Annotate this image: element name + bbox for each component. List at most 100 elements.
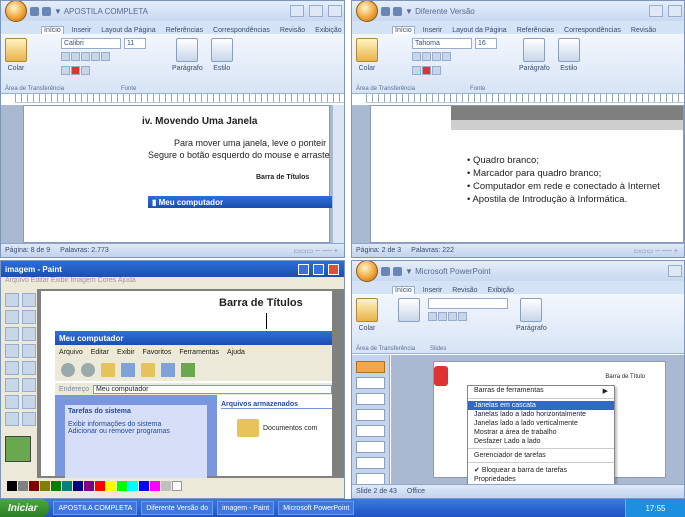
tab-insert[interactable]: Inserir <box>421 27 444 34</box>
shared-docs-label[interactable]: Documentos com <box>263 425 317 432</box>
search-icon[interactable] <box>121 363 135 377</box>
ellipse-icon[interactable] <box>5 412 19 426</box>
tab-layout[interactable]: Layout da Página <box>450 27 509 34</box>
color-swatch[interactable] <box>51 481 61 491</box>
font-name-combo[interactable]: Calibri <box>61 38 121 49</box>
office-button[interactable] <box>356 261 378 282</box>
spray-icon[interactable] <box>5 361 19 375</box>
menu-favorites[interactable]: Favoritos <box>143 349 172 356</box>
save-icon[interactable] <box>381 266 390 276</box>
italic-icon[interactable] <box>422 52 431 61</box>
grow-font-icon[interactable] <box>432 66 441 75</box>
tab-review[interactable]: Revisão <box>629 27 658 34</box>
paint-canvas[interactable]: Barra de Títulos Meu computador Arquivo … <box>41 291 332 486</box>
underline-icon[interactable] <box>81 52 90 61</box>
paste-icon[interactable] <box>5 38 27 62</box>
color-swatch[interactable] <box>40 481 50 491</box>
undo-icon[interactable] <box>42 6 51 16</box>
font-size-combo[interactable]: 11 <box>124 38 146 49</box>
paragraph-icon[interactable] <box>523 38 546 62</box>
color-swatch[interactable] <box>7 481 17 491</box>
grow-font-icon[interactable] <box>81 66 90 75</box>
magnifier-icon[interactable] <box>22 327 36 341</box>
back-icon[interactable] <box>61 363 75 377</box>
color-swatch[interactable] <box>84 481 94 491</box>
menu-view[interactable]: Exibir <box>117 349 135 356</box>
font-color-icon[interactable] <box>422 66 431 75</box>
slide-thumbnail[interactable] <box>356 393 385 405</box>
picker-icon[interactable] <box>5 327 19 341</box>
tab-home[interactable]: Início <box>392 286 415 294</box>
color-swatch[interactable] <box>128 481 138 491</box>
brush-icon[interactable] <box>22 344 36 358</box>
start-button[interactable]: Iniciar <box>0 499 50 517</box>
maximize-button[interactable] <box>313 263 324 275</box>
color-swatch[interactable] <box>95 481 105 491</box>
paint-menubar[interactable]: Arquivo Editar Exibir Imagem Cores Ajuda <box>1 277 344 289</box>
maximize-button[interactable] <box>309 5 323 17</box>
highlight-icon[interactable] <box>61 66 70 75</box>
select-icon[interactable] <box>5 293 19 307</box>
tab-review[interactable]: Revisão <box>278 27 307 34</box>
forward-icon[interactable] <box>81 363 95 377</box>
taskbar-item[interactable]: imagem - Paint <box>217 501 275 515</box>
rect-select-icon[interactable] <box>22 293 36 307</box>
color-swatch[interactable] <box>172 481 182 491</box>
menu-help[interactable]: Ajuda <box>227 349 245 356</box>
italic-icon[interactable] <box>438 312 447 321</box>
strike-icon[interactable] <box>442 52 451 61</box>
tab-home[interactable]: Início <box>392 26 415 34</box>
office-button[interactable] <box>356 1 378 22</box>
slide-thumbnail[interactable] <box>356 409 385 421</box>
underline-icon[interactable] <box>448 312 457 321</box>
pencil-icon[interactable] <box>5 344 19 358</box>
sync-icon[interactable] <box>181 363 195 377</box>
menu-item-cascade[interactable]: Janelas em cascata <box>468 401 614 410</box>
office-button[interactable] <box>5 1 27 22</box>
vertical-scrollbar[interactable] <box>332 105 344 243</box>
shadow-icon[interactable] <box>458 312 467 321</box>
style-icon[interactable] <box>557 38 580 62</box>
save-icon[interactable] <box>30 6 39 16</box>
tab-mailings[interactable]: Correspondências <box>211 27 272 34</box>
polygon-icon[interactable] <box>22 395 36 409</box>
tab-layout[interactable]: Layout da Página <box>99 27 158 34</box>
font-name-combo[interactable] <box>428 298 508 309</box>
color-swatch[interactable] <box>117 481 127 491</box>
tab-references[interactable]: Referências <box>164 27 205 34</box>
font-size-combo[interactable]: 16 <box>475 38 497 49</box>
menu-item-show-desktop[interactable]: Mostrar a área de trabalho <box>468 428 614 437</box>
up-folder-icon[interactable] <box>101 363 115 377</box>
rounded-rect-icon[interactable] <box>22 412 36 426</box>
slide-thumbnail[interactable] <box>356 377 385 389</box>
color-swatch[interactable] <box>62 481 72 491</box>
minimize-button[interactable] <box>649 5 663 17</box>
highlight-icon[interactable] <box>412 66 421 75</box>
views-icon[interactable] <box>161 363 175 377</box>
paragraph-icon[interactable] <box>176 38 199 62</box>
tab-insert[interactable]: Inserir <box>421 287 444 294</box>
menu-item-tile-horizontal[interactable]: Janelas lado a lado horizontalmente <box>468 410 614 419</box>
menu-item-lock-taskbar[interactable]: ✔ Bloquear a barra de tarefas <box>468 465 614 475</box>
fill-icon[interactable] <box>22 310 36 324</box>
minimize-button[interactable] <box>298 263 309 275</box>
color-swatch[interactable] <box>18 481 28 491</box>
eraser-icon[interactable] <box>5 310 19 324</box>
menu-tools[interactable]: Ferramentas <box>179 349 219 356</box>
address-field[interactable]: Meu computador <box>92 384 332 394</box>
strike-icon[interactable] <box>91 52 100 61</box>
zoom-control[interactable]: ▭▭▭ ─ ── + <box>633 247 678 255</box>
folder-icon[interactable] <box>237 419 259 437</box>
new-slide-icon[interactable] <box>398 298 420 322</box>
underline-icon[interactable] <box>432 52 441 61</box>
undo-icon[interactable] <box>393 266 402 276</box>
tab-review[interactable]: Revisão <box>450 287 479 294</box>
menu-item-properties[interactable]: Propriedades <box>468 475 614 484</box>
tab-home[interactable]: Início <box>41 26 64 34</box>
paste-icon[interactable] <box>356 38 378 62</box>
folders-icon[interactable] <box>141 363 155 377</box>
bold-icon[interactable] <box>428 312 437 321</box>
minimize-button[interactable] <box>290 5 304 17</box>
tab-references[interactable]: Referências <box>515 27 556 34</box>
slide-thumbnail[interactable] <box>356 361 385 373</box>
